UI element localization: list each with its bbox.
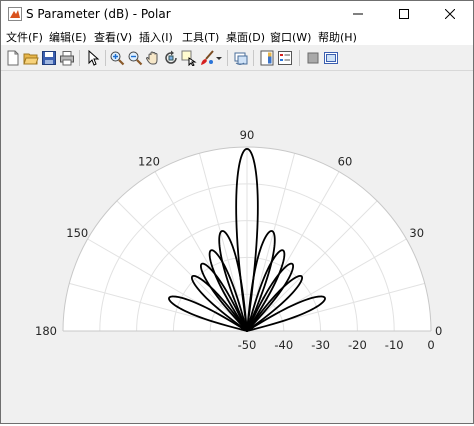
- print-icon[interactable]: [59, 50, 75, 66]
- radial-tick-label: -50: [238, 338, 257, 352]
- radial-tick-label: -40: [274, 338, 293, 352]
- hide-plot-tools-icon[interactable]: [305, 50, 321, 66]
- radial-tick-label: -10: [385, 338, 404, 352]
- insert-colorbar-icon[interactable]: [259, 50, 275, 66]
- polar-axes[interactable]: 0 30 60 90 120 150 180 -50 -40 -30 -20 -10 0: [1, 71, 473, 423]
- toolbar-separator: [227, 50, 228, 66]
- menu-tools[interactable]: 工具(T): [182, 29, 219, 45]
- menu-bar: 文件(F) 编辑(E) 查看(V) 插入(I) 工具(T) 桌面(D) 窗口(W…: [1, 27, 473, 45]
- save-icon[interactable]: [41, 50, 57, 66]
- show-plot-tools-icon[interactable]: [323, 50, 339, 66]
- close-button[interactable]: [427, 1, 473, 27]
- plot-area[interactable]: 0 30 60 90 120 150 180 -50 -40 -30 -20 -10 0: [1, 71, 473, 423]
- window-title: S Parameter (dB) - Polar: [26, 7, 171, 21]
- maximize-button[interactable]: [381, 1, 427, 27]
- insert-legend-icon[interactable]: [277, 50, 293, 66]
- radial-tick-label: -20: [348, 338, 367, 352]
- angle-tick-label: 120: [138, 154, 160, 168]
- new-figure-icon[interactable]: [5, 50, 21, 66]
- data-cursor-icon[interactable]: [181, 50, 197, 66]
- angle-tick-label: 30: [409, 226, 424, 240]
- edit-plot-arrow-icon[interactable]: [85, 50, 101, 66]
- radial-tick-label: -30: [311, 338, 330, 352]
- link-plot-icon[interactable]: [233, 50, 249, 66]
- toolbar-separator: [79, 50, 80, 66]
- open-file-icon[interactable]: [23, 50, 39, 66]
- maximize-icon: [399, 9, 409, 19]
- brush-icon[interactable]: [199, 50, 215, 66]
- radial-tick-label: 0: [427, 338, 434, 352]
- angle-tick-label: 150: [66, 226, 88, 240]
- menu-window[interactable]: 窗口(W): [270, 29, 311, 45]
- rotate-3d-icon[interactable]: [163, 50, 179, 66]
- matlab-icon: [8, 7, 22, 21]
- title-bar: S Parameter (dB) - Polar: [1, 1, 473, 27]
- toolbar-separator: [299, 50, 300, 66]
- angle-tick-label: 60: [338, 154, 353, 168]
- brush-dropdown-icon[interactable]: [215, 50, 223, 66]
- menu-desktop[interactable]: 桌面(D): [226, 29, 265, 45]
- pan-icon[interactable]: [145, 50, 161, 66]
- menu-view[interactable]: 查看(V): [94, 29, 132, 45]
- minimize-icon: [353, 13, 363, 15]
- zoom-in-icon[interactable]: [109, 50, 125, 66]
- menu-edit[interactable]: 编辑(E): [49, 29, 87, 45]
- angle-tick-label: 180: [35, 324, 57, 338]
- figure-toolbar: [1, 46, 473, 71]
- zoom-out-icon[interactable]: [127, 50, 143, 66]
- figure-window: S Parameter (dB) - Polar 文件(F) 编辑(E) 查看(…: [0, 0, 474, 424]
- toolbar-separator: [105, 50, 106, 66]
- menu-file[interactable]: 文件(F): [6, 29, 43, 45]
- angle-tick-label: 0: [435, 324, 442, 338]
- close-icon: [445, 9, 455, 19]
- minimize-button[interactable]: [335, 1, 381, 27]
- menu-insert[interactable]: 插入(I): [139, 29, 173, 45]
- menu-help[interactable]: 帮助(H): [318, 29, 357, 45]
- toolbar-separator: [253, 50, 254, 66]
- angle-tick-label: 90: [240, 128, 255, 142]
